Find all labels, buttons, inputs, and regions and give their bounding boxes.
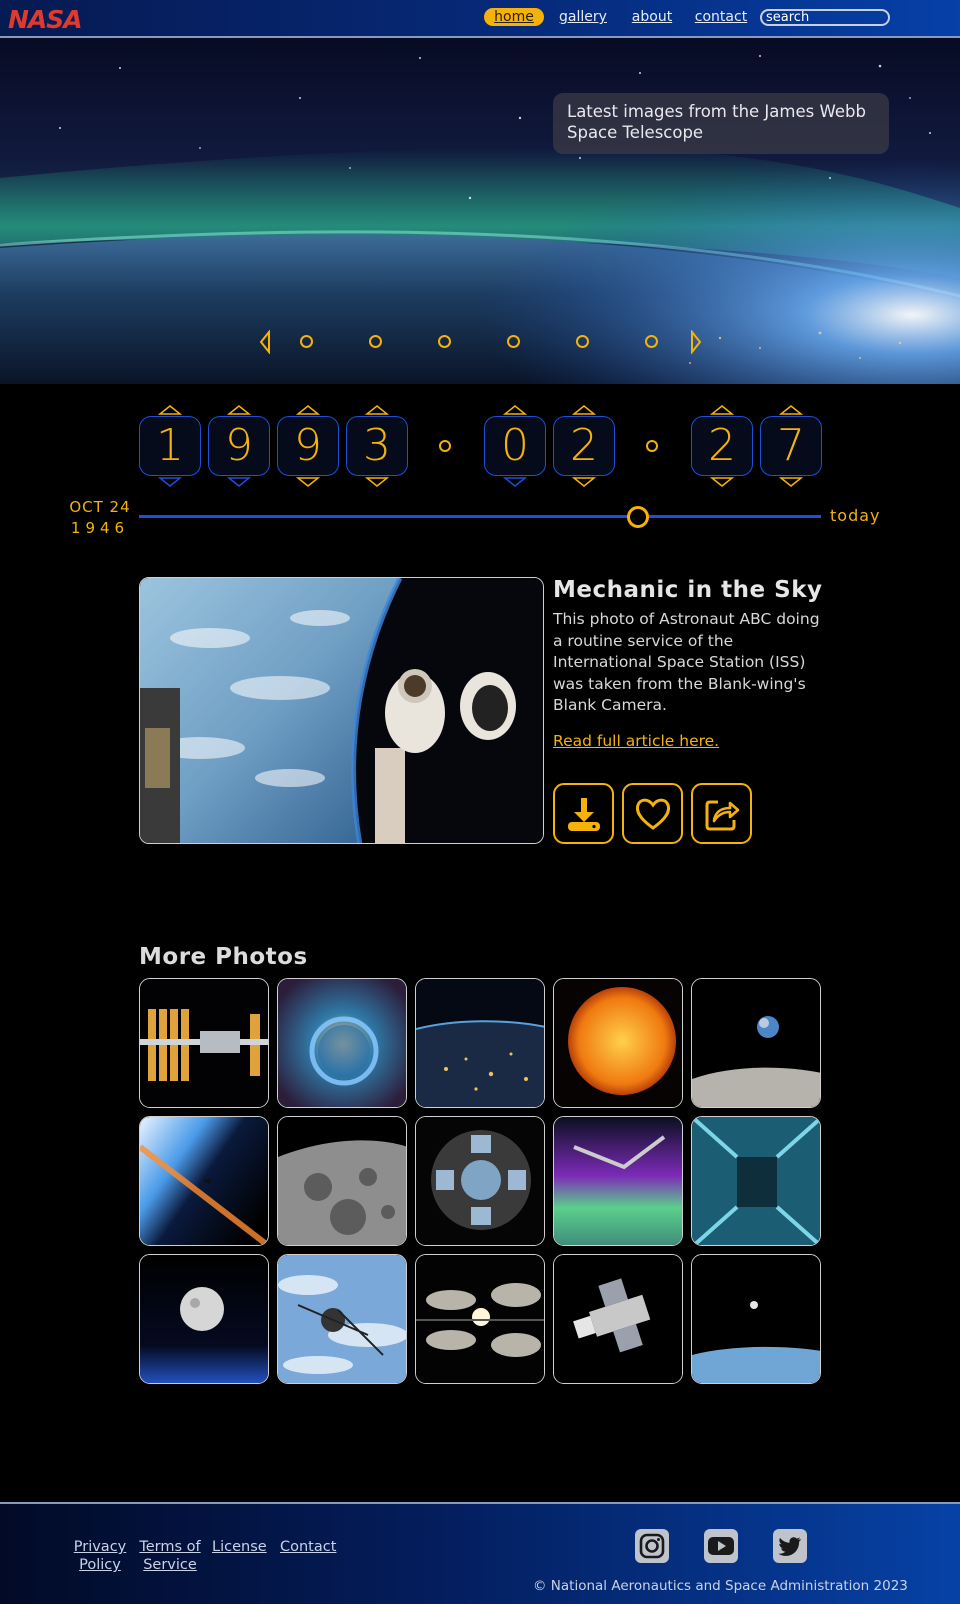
thumbnail-moon[interactable]	[139, 1254, 269, 1384]
caret-down-icon[interactable]	[158, 476, 182, 488]
year-digit-1: 1	[139, 404, 201, 488]
carousel-dot-4[interactable]	[507, 335, 520, 348]
thumbnail-sun[interactable]	[553, 978, 683, 1108]
caret-up-icon[interactable]	[779, 404, 803, 416]
thumbnail-rocket-launch[interactable]	[415, 1254, 545, 1384]
caret-down-icon[interactable]	[365, 476, 389, 488]
feature-description: This photo of Astronaut ABC doing a rout…	[553, 610, 820, 714]
hero-caption: Latest images from the James Webb Space …	[553, 93, 889, 154]
copyright-text: © National Aeronautics and Space Adminis…	[533, 1578, 908, 1594]
feature-image-astronaut[interactable]	[139, 577, 544, 844]
thumbnail-space-station[interactable]	[139, 978, 269, 1108]
digit-value[interactable]: 2	[691, 416, 753, 476]
caret-down-icon[interactable]	[710, 476, 734, 488]
year-digit-4: 3	[346, 404, 408, 488]
carousel-dot-2[interactable]	[369, 335, 382, 348]
chevron-left-icon[interactable]	[258, 330, 272, 354]
thumbnail-earthrise[interactable]	[691, 978, 821, 1108]
link-line: Service	[143, 1557, 197, 1573]
thumbnail-space-shuttle-horizon[interactable]	[139, 1116, 269, 1246]
digit-value[interactable]: 9	[277, 416, 339, 476]
hero-carousel[interactable]: Latest images from the James Webb Space …	[0, 38, 960, 384]
month-digit-2: 2	[553, 404, 615, 488]
share-button[interactable]	[691, 783, 752, 844]
day-digit-2: 7	[760, 404, 822, 488]
twitter-icon[interactable]	[772, 1528, 808, 1564]
feature-photo	[140, 578, 543, 843]
carousel-dot-5[interactable]	[576, 335, 589, 348]
date-separator	[439, 440, 451, 452]
instagram-icon[interactable]	[634, 1528, 670, 1564]
digit-value[interactable]: 2	[553, 416, 615, 476]
privacy-policy-link[interactable]: Privacy Policy	[72, 1538, 128, 1574]
date-slider-track[interactable]	[139, 515, 821, 518]
carousel-controls	[0, 326, 960, 356]
date-separator	[646, 440, 658, 452]
range-start-label: OCT 24 1946	[60, 497, 140, 539]
link-line: Policy	[79, 1557, 121, 1573]
digit-value[interactable]: 7	[760, 416, 822, 476]
thumbnail-earth-night-lights[interactable]	[415, 978, 545, 1108]
read-article-link[interactable]: Read full article here.	[553, 732, 719, 750]
nav-contact[interactable]: contact	[690, 8, 752, 26]
range-start-month: OCT 24	[69, 498, 131, 516]
nav-about[interactable]: about	[624, 8, 680, 26]
license-link[interactable]: License	[212, 1538, 267, 1556]
like-button[interactable]	[622, 783, 683, 844]
link-line: Terms of	[139, 1539, 201, 1555]
feature-title: Mechanic in the Sky	[553, 577, 823, 603]
range-end-label: today	[830, 506, 881, 525]
terms-of-service-link[interactable]: Terms of Service	[138, 1538, 202, 1574]
nav-home[interactable]: home	[484, 8, 544, 26]
caret-up-icon[interactable]	[710, 404, 734, 416]
carousel-dot-6[interactable]	[645, 335, 658, 348]
digit-value[interactable]: 1	[139, 416, 201, 476]
chevron-right-icon[interactable]	[689, 330, 703, 354]
digit-value[interactable]: 9	[208, 416, 270, 476]
thumbnail-cupola-window[interactable]	[415, 1116, 545, 1246]
month-digit-1: 0	[484, 404, 546, 488]
caret-up-icon[interactable]	[572, 404, 596, 416]
download-icon	[567, 797, 600, 831]
thumbnail-bubble-nebula[interactable]	[277, 978, 407, 1108]
link-line: Privacy	[73, 1539, 127, 1555]
caret-up-icon[interactable]	[158, 404, 182, 416]
caret-down-icon[interactable]	[779, 476, 803, 488]
thumbnail-spacecraft-over-earth[interactable]	[277, 1254, 407, 1384]
thumbnail-hubble-telescope[interactable]	[553, 1254, 683, 1384]
digit-value[interactable]: 3	[346, 416, 408, 476]
nav-gallery[interactable]: gallery	[552, 8, 614, 26]
date-slider-thumb[interactable]	[627, 506, 649, 528]
caret-down-icon[interactable]	[572, 476, 596, 488]
thumbnail-moon-surface[interactable]	[277, 1116, 407, 1246]
contact-link[interactable]: Contact	[280, 1538, 336, 1556]
thumbnail-aurora-station[interactable]	[553, 1116, 683, 1246]
search-input[interactable]	[760, 9, 890, 26]
heart-icon	[635, 798, 670, 830]
year-digit-2: 9	[208, 404, 270, 488]
caret-up-icon[interactable]	[503, 404, 527, 416]
caret-down-icon[interactable]	[227, 476, 251, 488]
more-photos-title: More Photos	[139, 944, 308, 970]
share-icon	[705, 800, 739, 830]
thumbnail-astronaut-floating[interactable]	[691, 1254, 821, 1384]
youtube-icon[interactable]	[703, 1528, 739, 1564]
top-navigation-bar: NASA home gallery about contact	[0, 0, 960, 38]
caret-down-icon[interactable]	[296, 476, 320, 488]
carousel-dot-3[interactable]	[438, 335, 451, 348]
range-start-year: 1946	[70, 519, 130, 537]
day-digit-1: 2	[691, 404, 753, 488]
caret-up-icon[interactable]	[365, 404, 389, 416]
footer: Privacy Policy Terms of Service License …	[0, 1502, 960, 1604]
thumbnail-station-interior[interactable]	[691, 1116, 821, 1246]
carousel-dot-1[interactable]	[300, 335, 313, 348]
digit-value[interactable]: 0	[484, 416, 546, 476]
caret-up-icon[interactable]	[296, 404, 320, 416]
caret-up-icon[interactable]	[227, 404, 251, 416]
caret-down-icon[interactable]	[503, 476, 527, 488]
download-button[interactable]	[553, 783, 614, 844]
year-digit-3: 9	[277, 404, 339, 488]
